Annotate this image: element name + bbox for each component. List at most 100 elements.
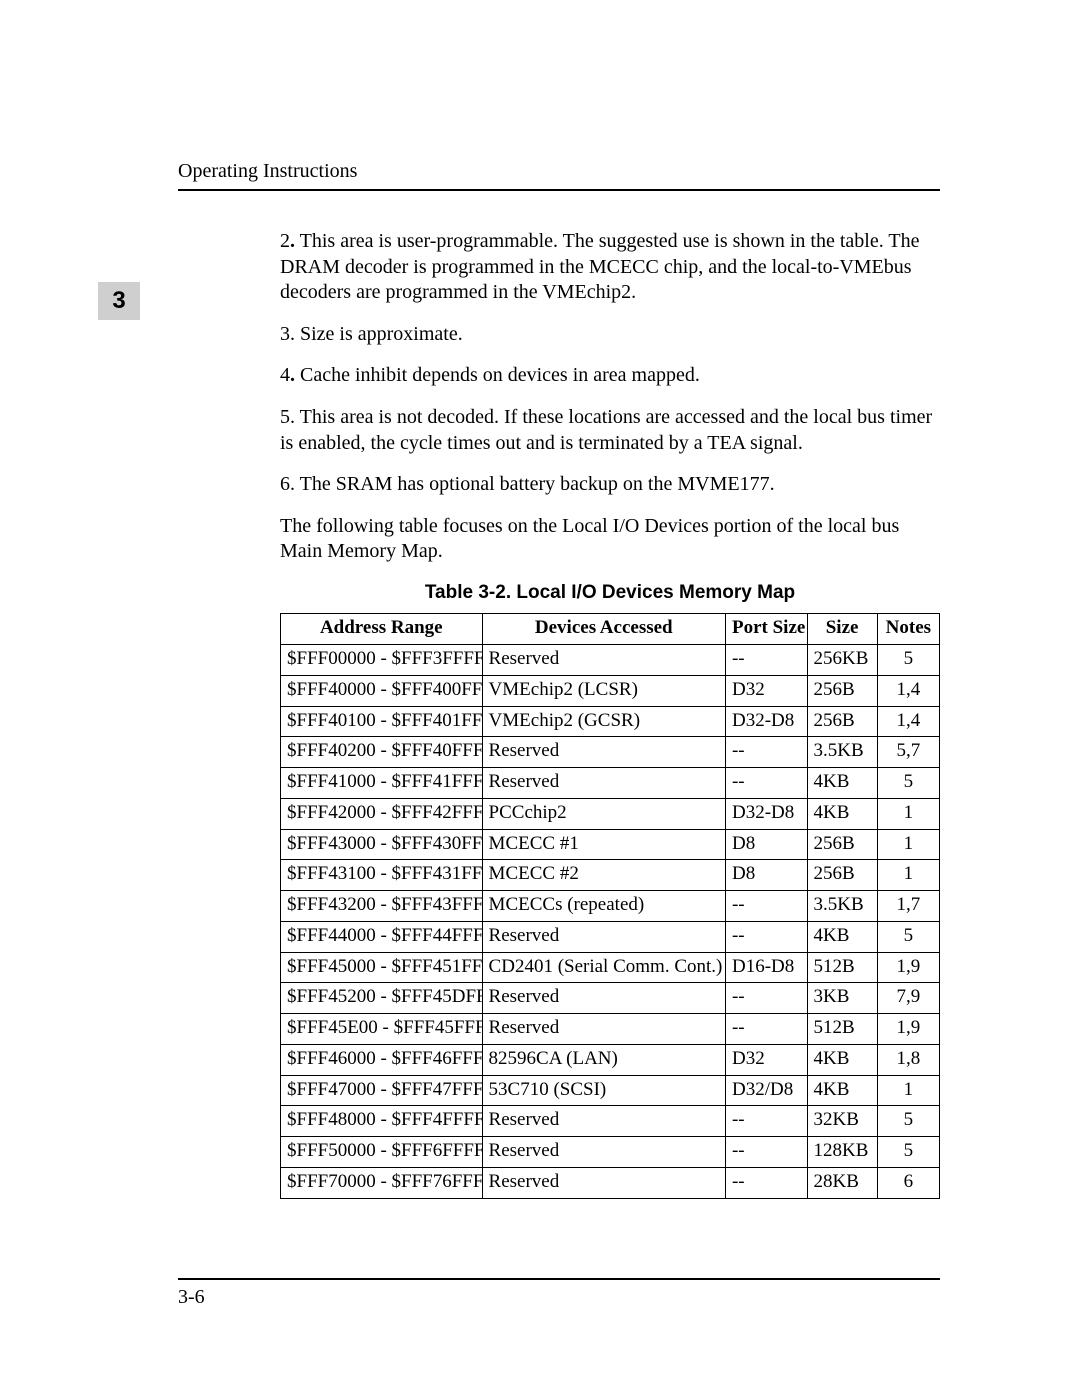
cell-dev: Reserved (482, 645, 725, 676)
col-size: Size (807, 614, 877, 645)
note-3: 3. Size is approximate. (280, 322, 940, 348)
cell-port: D32/D8 (725, 1075, 807, 1106)
cell-size: 4KB (807, 1075, 877, 1106)
table-row: $FFF47000 - $FFF47FFF53C710 (SCSI)D32/D8… (281, 1075, 940, 1106)
col-devices-accessed: Devices Accessed (482, 614, 725, 645)
cell-port: D32-D8 (725, 798, 807, 829)
cell-dev: PCCchip2 (482, 798, 725, 829)
cell-notes: 7,9 (877, 983, 939, 1014)
cell-notes: 5 (877, 921, 939, 952)
cell-dev: MCECC #2 (482, 860, 725, 891)
cell-port: D32 (725, 1044, 807, 1075)
col-port-size: Port Size (725, 614, 807, 645)
cell-addr: $FFF43200 - $FFF43FFF (281, 891, 483, 922)
cell-addr: $FFF42000 - $FFF42FFF (281, 798, 483, 829)
table-row: $FFF48000 - $FFF4FFFFReserved--32KB5 (281, 1106, 940, 1137)
cell-addr: $FFF40100 - $FFF401FF (281, 706, 483, 737)
cell-port: -- (725, 1106, 807, 1137)
page-number: 3-6 (178, 1286, 205, 1308)
page-footer: 3-6 (178, 1278, 940, 1309)
chapter-badge: 3 (98, 282, 140, 320)
cell-notes: 1,9 (877, 1014, 939, 1045)
table-row: $FFF42000 - $FFF42FFFPCCchip2D32-D84KB1 (281, 798, 940, 829)
cell-dev: Reserved (482, 1137, 725, 1168)
cell-port: -- (725, 891, 807, 922)
cell-addr: $FFF46000 - $FFF46FFF (281, 1044, 483, 1075)
cell-size: 128KB (807, 1137, 877, 1168)
note-4-text: Cache inhibit depends on devices in area… (295, 364, 700, 386)
note-2-prefix: 2 (280, 230, 290, 252)
cell-port: D8 (725, 829, 807, 860)
cell-addr: $FFF47000 - $FFF47FFF (281, 1075, 483, 1106)
cell-notes: 1,8 (877, 1044, 939, 1075)
cell-addr: $FFF00000 - $FFF3FFFF (281, 645, 483, 676)
cell-port: -- (725, 737, 807, 768)
table-lead-in: The following table focuses on the Local… (280, 514, 940, 565)
table-header-row: Address Range Devices Accessed Port Size… (281, 614, 940, 645)
cell-port: D32 (725, 675, 807, 706)
cell-addr: $FFF43000 - $FFF430FF (281, 829, 483, 860)
note-4-prefix: 4 (280, 364, 290, 386)
cell-notes: 5 (877, 645, 939, 676)
cell-size: 3KB (807, 983, 877, 1014)
cell-dev: Reserved (482, 983, 725, 1014)
note-5: 5. This area is not decoded. If these lo… (280, 405, 940, 456)
cell-dev: Reserved (482, 1167, 725, 1198)
col-address-range: Address Range (281, 614, 483, 645)
cell-port: -- (725, 1014, 807, 1045)
cell-addr: $FFF41000 - $FFF41FFF (281, 768, 483, 799)
cell-size: 4KB (807, 921, 877, 952)
note-6: 6. The SRAM has optional battery backup … (280, 472, 940, 498)
cell-size: 4KB (807, 768, 877, 799)
cell-notes: 1 (877, 829, 939, 860)
cell-addr: $FFF40200 - $FFF40FFF (281, 737, 483, 768)
table-row: $FFF45E00 - $FFF45FFFReserved--512B1,9 (281, 1014, 940, 1045)
running-header: Operating Instructions (178, 160, 940, 191)
running-header-text: Operating Instructions (178, 160, 357, 182)
cell-addr: $FFF43100 - $FFF431FF (281, 860, 483, 891)
body-column: 2. This area is user-programmable. The s… (280, 229, 940, 1199)
cell-size: 4KB (807, 798, 877, 829)
cell-size: 256B (807, 706, 877, 737)
cell-notes: 1,9 (877, 952, 939, 983)
cell-addr: $FFF70000 - $FFF76FFF (281, 1167, 483, 1198)
cell-port: D8 (725, 860, 807, 891)
cell-port: D16-D8 (725, 952, 807, 983)
cell-port: -- (725, 1167, 807, 1198)
cell-addr: $FFF48000 - $FFF4FFFF (281, 1106, 483, 1137)
col-notes: Notes (877, 614, 939, 645)
cell-size: 4KB (807, 1044, 877, 1075)
cell-notes: 1 (877, 860, 939, 891)
cell-port: D32-D8 (725, 706, 807, 737)
memory-map-table: Address Range Devices Accessed Port Size… (280, 613, 940, 1198)
cell-size: 256KB (807, 645, 877, 676)
cell-dev: Reserved (482, 737, 725, 768)
cell-dev: Reserved (482, 1014, 725, 1045)
cell-notes: 5 (877, 1137, 939, 1168)
cell-port: -- (725, 921, 807, 952)
cell-addr: $FFF45000 - $FFF451FF (281, 952, 483, 983)
table-row: $FFF41000 - $FFF41FFFReserved--4KB5 (281, 768, 940, 799)
cell-notes: 1,4 (877, 675, 939, 706)
table-row: $FFF43200 - $FFF43FFFMCECCs (repeated)--… (281, 891, 940, 922)
cell-addr: $FFF45E00 - $FFF45FFF (281, 1014, 483, 1045)
cell-dev: 53C710 (SCSI) (482, 1075, 725, 1106)
cell-dev: CD2401 (Serial Comm. Cont.) (482, 952, 725, 983)
cell-size: 256B (807, 829, 877, 860)
table-row: $FFF50000 - $FFF6FFFFReserved--128KB5 (281, 1137, 940, 1168)
cell-size: 256B (807, 860, 877, 891)
table-row: $FFF40100 - $FFF401FFVMEchip2 (GCSR)D32-… (281, 706, 940, 737)
cell-dev: VMEchip2 (GCSR) (482, 706, 725, 737)
table-body: $FFF00000 - $FFF3FFFFReserved--256KB5 $F… (281, 645, 940, 1199)
cell-dev: Reserved (482, 921, 725, 952)
cell-port: -- (725, 1137, 807, 1168)
cell-port: -- (725, 983, 807, 1014)
cell-dev: MCECC #1 (482, 829, 725, 860)
cell-notes: 5,7 (877, 737, 939, 768)
cell-addr: $FFF45200 - $FFF45DFF (281, 983, 483, 1014)
cell-dev: Reserved (482, 768, 725, 799)
cell-size: 32KB (807, 1106, 877, 1137)
cell-dev: MCECCs (repeated) (482, 891, 725, 922)
cell-dev: Reserved (482, 1106, 725, 1137)
note-2-text: This area is user-programmable. The sugg… (280, 230, 919, 303)
